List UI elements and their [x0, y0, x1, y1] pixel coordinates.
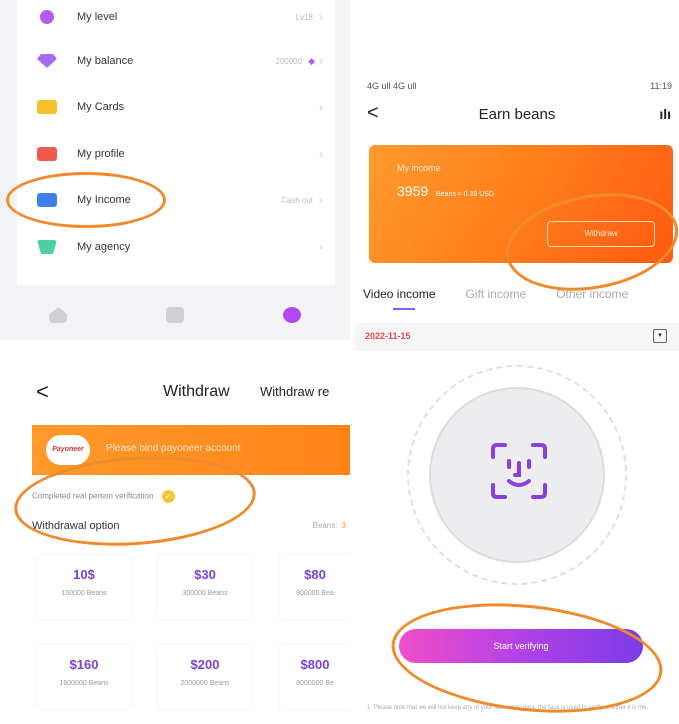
option-beans: 1600000 Beans: [59, 680, 109, 687]
income-card: My income 3959 Beans ≈ 0.39 USD Withdraw: [369, 145, 673, 263]
diamond-small-icon: ◆: [308, 55, 315, 66]
chevron-right-icon: ›: [319, 54, 323, 68]
page-title: Earn beans: [478, 106, 556, 123]
option-price: $200: [190, 657, 220, 672]
check-icon: ✓: [161, 490, 175, 503]
beans-balance: Beans: 3: [313, 521, 346, 530]
earn-beans-panel: 4G ull 4G ull 11:19 < Earn beans ılı My …: [355, 75, 679, 360]
bind-payoneer-banner[interactable]: Payoneer Please bind payoneer account: [32, 425, 350, 475]
active-tab-indicator: [393, 308, 415, 310]
signal-indicator: 4G ull 4G ull: [367, 81, 417, 91]
live-icon[interactable]: [165, 307, 184, 323]
income-beans: 3959: [397, 183, 429, 199]
withdraw-record-link[interactable]: Withdraw re: [260, 384, 329, 399]
stats-bars-icon[interactable]: ılı: [659, 106, 671, 122]
back-arrow-icon[interactable]: <: [36, 379, 49, 405]
menu-item-level[interactable]: My level Lv18 ›: [17, 0, 335, 40]
verification-panel: Start verifying 1. Please note that we w…: [355, 365, 679, 724]
verification-text: Completed real person verification: [32, 491, 154, 501]
option-price: $30: [194, 567, 216, 582]
chevron-right-icon: ›: [319, 10, 323, 24]
chevron-right-icon: ›: [319, 147, 323, 161]
menu-item-label: My Cards: [77, 101, 125, 113]
page-title: Withdraw: [163, 383, 230, 400]
level-icon: [40, 10, 54, 24]
option-beans: 8000000 Be: [296, 680, 334, 687]
status-bar: 4G ull 4G ull 11:19: [367, 81, 672, 91]
income-amount: 3959 Beans ≈ 0.39 USD: [397, 183, 494, 199]
agency-icon: [37, 240, 57, 254]
menu-item-income[interactable]: My Income Cash out ›: [17, 177, 335, 223]
withdraw-option[interactable]: $800 8000000 Be: [280, 645, 350, 709]
menu-item-value: Cash out: [280, 195, 313, 205]
income-label: My income: [397, 163, 441, 173]
beans-value: 3: [341, 521, 346, 530]
withdraw-option[interactable]: 10$ 100000 Beans: [37, 555, 131, 619]
bottom-tab-bar: [0, 290, 350, 340]
income-icon: [37, 193, 57, 207]
menu-item-profile[interactable]: My profile ›: [17, 131, 335, 177]
income-tabs: Video income Gift income Other income: [355, 287, 679, 301]
menu-item-label: My level: [77, 11, 118, 23]
option-price: $80: [304, 567, 326, 582]
date-row: 2022-11-15 ▾: [355, 323, 679, 351]
menu-item-cards[interactable]: My Cards ›: [17, 84, 335, 130]
nav-bar: < Earn beans ılı: [355, 102, 679, 126]
withdraw-button[interactable]: Withdraw: [547, 221, 655, 247]
start-verifying-button[interactable]: Start verifying: [399, 629, 643, 663]
beans-label: Beans:: [312, 521, 338, 530]
privacy-note: 1. Please note that we will not keep any…: [367, 705, 649, 711]
option-beans: 300000 Beans: [182, 590, 228, 597]
tab-other-income[interactable]: Other income: [556, 287, 628, 301]
clock: 11:19: [650, 81, 672, 91]
profile-icon: [37, 147, 57, 161]
menu-item-label: My agency: [77, 241, 131, 253]
chevron-right-icon: ›: [319, 240, 323, 254]
withdraw-option[interactable]: $80 800000 Bea: [280, 555, 350, 619]
tab-gift-income[interactable]: Gift income: [466, 287, 527, 301]
option-beans: 100000 Beans: [61, 590, 107, 597]
withdraw-option[interactable]: $200 2000000 Beans: [158, 645, 252, 709]
menu-item-label: My Income: [77, 194, 131, 206]
payoneer-logo: Payoneer: [46, 435, 90, 465]
withdraw-option[interactable]: $160 1600000 Beans: [37, 645, 131, 709]
menu-item-agency[interactable]: My agency ›: [17, 224, 335, 270]
profile-menu-panel: My level Lv18 › My balance 200000 ◆ › My…: [0, 0, 350, 340]
face-scan-icon: [491, 443, 547, 499]
withdrawal-option-label: Withdrawal option: [32, 520, 120, 532]
income-conversion: Beans ≈ 0.39 USD: [436, 191, 494, 198]
calendar-icon[interactable]: ▾: [653, 329, 667, 343]
option-price: $800: [300, 657, 330, 672]
diamond-icon: [37, 54, 57, 68]
date-label: 2022-11-15: [365, 331, 411, 341]
chevron-right-icon: ›: [319, 193, 323, 207]
chevron-right-icon: ›: [319, 100, 323, 114]
option-beans: 2000000 Beans: [180, 680, 230, 687]
withdraw-panel: < Withdraw Withdraw re Payoneer Please b…: [0, 365, 350, 724]
verification-status: Completed real person verification ✓: [32, 490, 175, 503]
tab-video-income[interactable]: Video income: [363, 287, 436, 301]
menu-item-label: My profile: [77, 148, 125, 160]
option-price: $160: [69, 657, 99, 672]
cards-icon: [37, 100, 57, 114]
home-icon[interactable]: [49, 307, 68, 323]
menu-item-label: My balance: [77, 55, 134, 67]
withdraw-option[interactable]: $30 300000 Beans: [158, 555, 252, 619]
banner-text: Please bind payoneer account: [106, 443, 241, 454]
option-beans: 800000 Bea: [296, 590, 334, 597]
menu-item-balance[interactable]: My balance 200000 ◆ ›: [17, 38, 335, 84]
profile-menu-list: My level Lv18 › My balance 200000 ◆ › My…: [17, 0, 335, 285]
option-price: 10$: [73, 567, 95, 582]
menu-item-value: 200000: [275, 56, 303, 66]
menu-item-value: Lv18: [295, 12, 313, 22]
me-icon[interactable]: [282, 307, 301, 323]
